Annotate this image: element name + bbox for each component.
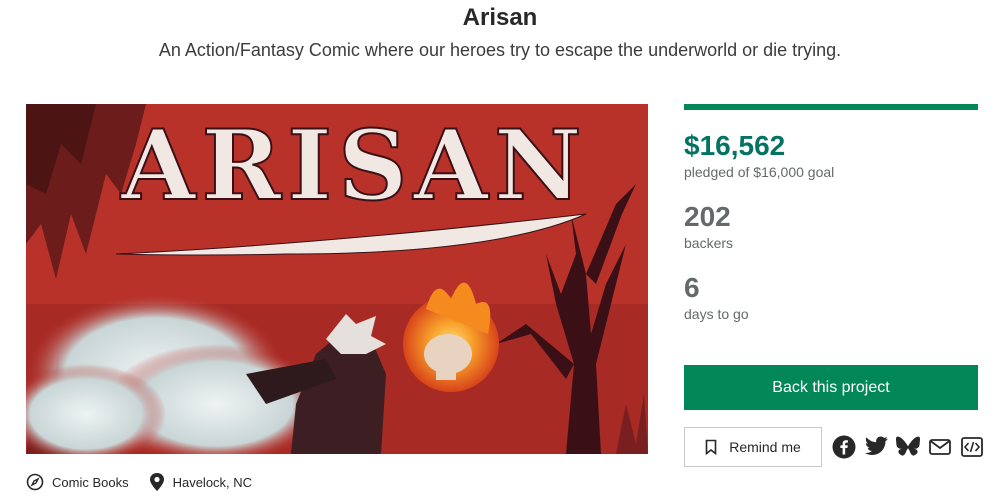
- map-pin-icon: [149, 473, 164, 491]
- category-label: Comic Books: [52, 474, 129, 490]
- funding-progress-bar: [684, 104, 978, 110]
- project-subtitle: An Action/Fantasy Comic where our heroes…: [158, 40, 842, 60]
- days-to-go-label: days to go: [684, 306, 749, 322]
- remind-me-label: Remind me: [729, 439, 801, 455]
- funding-progress-fill: [684, 104, 978, 110]
- compass-icon: [26, 473, 44, 491]
- email-icon[interactable]: [924, 435, 956, 459]
- project-hero-image[interactable]: ARISAN: [26, 104, 648, 454]
- hero-logo-text: ARISAN: [120, 109, 588, 222]
- facebook-icon[interactable]: [828, 435, 860, 459]
- project-meta: Comic Books Havelock, NC: [26, 472, 272, 492]
- pledged-goal-label: pledged of $16,000 goal: [684, 164, 835, 180]
- location-link[interactable]: Havelock, NC: [149, 472, 252, 492]
- days-to-go-count: 6: [684, 272, 700, 303]
- remind-me-button[interactable]: Remind me: [684, 427, 822, 467]
- backers-label: backers: [684, 235, 734, 251]
- back-this-project-button[interactable]: Back this project: [684, 365, 978, 410]
- funding-stats: $16,562 pledged of $16,000 goal 202 back…: [684, 104, 978, 322]
- embed-icon[interactable]: [956, 435, 988, 459]
- pledged-amount: $16,562: [684, 130, 786, 161]
- bluesky-icon[interactable]: [892, 435, 924, 459]
- hero-illustration: ARISAN: [26, 104, 648, 454]
- share-icons: [828, 435, 988, 459]
- backers-count: 202: [684, 201, 731, 232]
- bookmark-icon: [705, 439, 717, 455]
- twitter-icon[interactable]: [860, 435, 892, 459]
- project-title: Arisan: [462, 4, 538, 31]
- location-label: Havelock, NC: [172, 474, 253, 490]
- category-link[interactable]: Comic Books: [26, 473, 129, 491]
